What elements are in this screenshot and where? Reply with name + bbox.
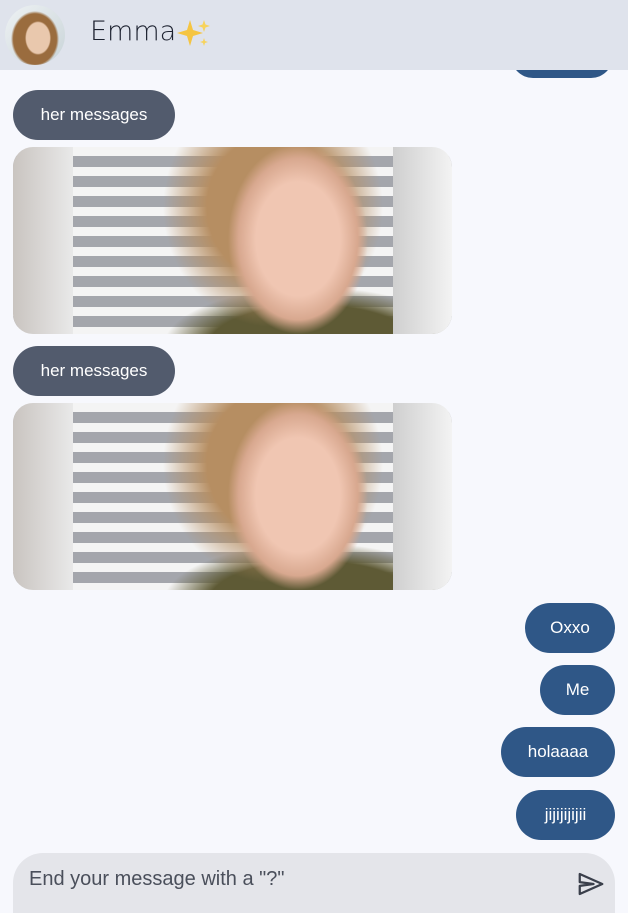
contact-avatar[interactable]: [5, 5, 65, 65]
message-text: holaaaa: [527, 742, 589, 761]
my-message-bubble: Me: [540, 665, 615, 715]
message-input[interactable]: [27, 863, 571, 895]
message-text: her messages: [40, 105, 148, 124]
her-message-bubble: her messages: [13, 346, 175, 396]
my-message-bubble: Oxxo: [525, 603, 615, 653]
message-text: Oxxo: [550, 618, 590, 637]
message-text: her messages: [40, 361, 148, 380]
gif-message[interactable]: [13, 147, 452, 334]
send-icon[interactable]: [576, 869, 606, 899]
my-message-bubble: jijijijijii: [516, 790, 615, 840]
gif-message[interactable]: [13, 403, 452, 590]
chat-header: Emma: [0, 0, 628, 70]
sparkles-icon: [177, 20, 210, 46]
my-message-bubble: holaaaa: [501, 727, 615, 777]
message-text: jijijijijii: [544, 805, 587, 824]
message-text: Me: [565, 680, 590, 699]
contact-name: Emma: [90, 16, 177, 47]
her-message-bubble: her messages: [13, 90, 175, 140]
message-composer: [13, 853, 615, 913]
